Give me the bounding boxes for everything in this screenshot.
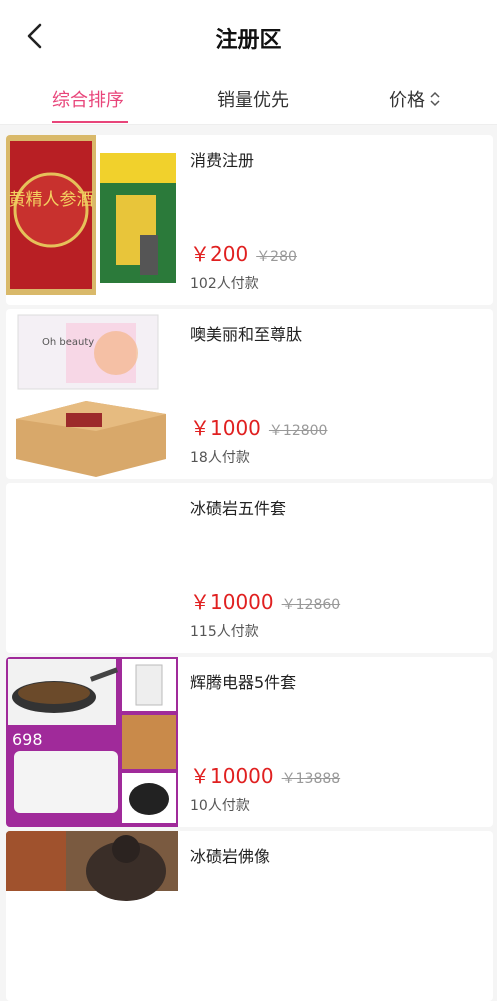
product-name[interactable]: 冰碛岩佛像 <box>190 843 270 867</box>
product-card[interactable]: Oh beauty 噢美丽和至尊肽 ￥1000 ￥12800 18人付款 <box>6 309 493 479</box>
product-price: ￥10000 <box>190 590 274 614</box>
product-card[interactable]: 冰碛岩佛像 <box>6 831 493 1001</box>
sort-updown-icon <box>430 91 440 107</box>
product-name[interactable]: 冰碛岩五件套 <box>190 495 286 519</box>
product-original-price: ￥13888 <box>281 771 341 787</box>
tab-sales[interactable]: 销量优先 <box>217 86 289 112</box>
tab-price[interactable]: 价格 <box>389 86 441 112</box>
product-original-price: ￥12860 <box>281 597 341 613</box>
product-original-price: ￥12800 <box>268 423 328 439</box>
product-image-label: 698 <box>12 730 43 749</box>
product-image[interactable]: 698 <box>6 657 178 827</box>
product-image[interactable]: 黄精人参酒 <box>6 135 178 305</box>
product-name[interactable]: 辉腾电器5件套 <box>190 669 296 693</box>
product-card[interactable]: 698 辉腾电器5件套 ￥10000 ￥13888 10人付款 <box>6 657 493 827</box>
product-price: ￥1000 <box>190 416 261 440</box>
active-tab-indicator <box>52 121 128 123</box>
product-name[interactable]: 消费注册 <box>190 147 254 171</box>
tab-comprehensive[interactable]: 综合排序 <box>52 86 124 112</box>
product-image-label: Oh beauty <box>42 337 94 348</box>
product-sold-count: 18人付款 <box>190 450 250 466</box>
top-bar: 注册区 <box>0 0 497 76</box>
tab-price-label: 价格 <box>389 90 425 111</box>
product-original-price: ￥280 <box>256 249 297 265</box>
product-card[interactable]: 冰碛岩五件套 ￥10000 ￥12860 115人付款 <box>6 483 493 653</box>
product-price: ￥200 <box>190 242 249 266</box>
product-sold-count: 10人付款 <box>190 798 250 814</box>
product-sold-count: 102人付款 <box>190 276 259 292</box>
sort-tabs: 综合排序 销量优先 价格 <box>0 76 497 125</box>
product-image[interactable] <box>6 483 178 653</box>
product-card[interactable]: 黄精人参酒 消费注册 ￥200 ￥280 102人付款 <box>6 135 493 305</box>
product-sold-count: 115人付款 <box>190 624 259 640</box>
product-image[interactable] <box>6 831 178 1001</box>
product-image-label: 黄精人参酒 <box>9 190 94 210</box>
product-name[interactable]: 噢美丽和至尊肽 <box>190 321 302 345</box>
page-title: 注册区 <box>215 28 282 53</box>
product-image[interactable]: Oh beauty <box>6 309 178 479</box>
product-price: ￥10000 <box>190 764 274 788</box>
